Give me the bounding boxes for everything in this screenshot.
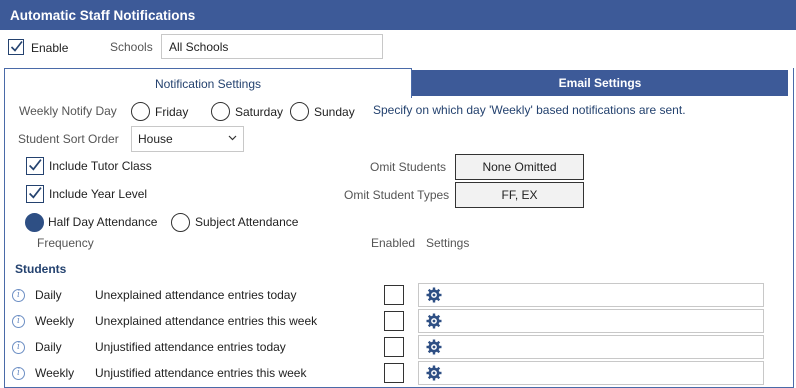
gear-icon[interactable] — [426, 287, 442, 303]
sort-order-label: Student Sort Order — [18, 132, 119, 146]
row-enabled-checkbox[interactable] — [384, 363, 404, 383]
radio-saturday-label: Saturday — [235, 105, 284, 119]
sort-order-select[interactable]: House — [131, 126, 244, 152]
radio-subject[interactable] — [171, 213, 190, 232]
gear-icon[interactable] — [426, 339, 442, 355]
row-enabled-checkbox[interactable] — [384, 337, 404, 357]
page-title: Automatic Staff Notifications — [10, 8, 196, 23]
include-tutor-label: Include Tutor Class — [49, 159, 152, 173]
radio-sunday[interactable] — [290, 102, 309, 121]
row-enabled-checkbox[interactable] — [384, 311, 404, 331]
radio-friday[interactable] — [131, 102, 150, 121]
checkmark-icon — [10, 41, 23, 52]
tab-notification-settings-label: Notification Settings — [154, 77, 262, 91]
include-year-checkbox[interactable] — [26, 185, 44, 203]
omit-types-button[interactable]: FF, EX — [455, 182, 584, 208]
row-frequency: Daily — [35, 340, 62, 354]
section-title: Students — [15, 262, 67, 276]
column-enabled: Enabled — [371, 236, 416, 250]
weekly-notify-note: Specify on which day 'Weekly' based noti… — [373, 103, 686, 117]
row-settings-field[interactable] — [418, 309, 764, 333]
column-frequency: Frequency — [37, 236, 94, 250]
row-description: Unjustified attendance entries today — [95, 340, 286, 354]
gear-icon[interactable] — [426, 313, 442, 329]
weekly-notify-label: Weekly Notify Day — [19, 104, 117, 118]
row-description: Unexplained attendance entries this week — [95, 314, 318, 328]
omit-types-value: FF, EX — [501, 188, 538, 202]
enable-checkbox[interactable] — [8, 39, 24, 55]
row-description: Unjustified attendance entries this week — [95, 366, 307, 380]
gear-icon[interactable] — [426, 365, 442, 381]
radio-half-day-label: Half Day Attendance — [48, 215, 158, 229]
info-icon[interactable]: i — [12, 341, 25, 354]
radio-sunday-label: Sunday — [314, 105, 355, 119]
include-tutor-checkbox[interactable] — [26, 157, 44, 175]
tab-notification-settings[interactable]: Notification Settings — [4, 68, 412, 98]
title-bar: Automatic Staff Notifications — [0, 0, 796, 30]
row-description: Unexplained attendance entries today — [95, 288, 297, 302]
radio-saturday[interactable] — [211, 102, 230, 121]
info-icon[interactable]: i — [12, 315, 25, 328]
info-icon[interactable]: i — [12, 367, 25, 380]
schools-field[interactable]: All Schools — [161, 34, 383, 59]
radio-friday-label: Friday — [155, 105, 189, 119]
checkmark-icon — [29, 187, 42, 199]
row-frequency: Daily — [35, 288, 62, 302]
row-settings-field[interactable] — [418, 361, 764, 385]
omit-students-value: None Omitted — [482, 160, 557, 174]
row-frequency: Weekly — [35, 366, 75, 380]
radio-subject-label: Subject Attendance — [195, 215, 299, 229]
row-enabled-checkbox[interactable] — [384, 285, 404, 305]
chevron-down-icon — [228, 135, 237, 141]
checkmark-icon — [29, 159, 42, 171]
omit-students-label: Omit Students — [370, 160, 447, 174]
tab-email-settings-label: Email Settings — [558, 76, 642, 90]
row-frequency: Weekly — [35, 314, 75, 328]
tab-email-settings[interactable]: Email Settings — [412, 70, 788, 96]
radio-half-day[interactable] — [25, 213, 44, 232]
omit-students-button[interactable]: None Omitted — [455, 154, 584, 180]
info-icon[interactable]: i — [12, 289, 25, 302]
enable-label: Enable — [31, 41, 69, 55]
row-settings-field[interactable] — [418, 283, 764, 307]
schools-label: Schools — [110, 40, 153, 54]
include-year-label: Include Year Level — [49, 187, 148, 201]
omit-types-label: Omit Student Types — [344, 188, 450, 202]
column-settings: Settings — [426, 236, 470, 250]
schools-value: All Schools — [169, 40, 229, 54]
sort-order-value: House — [138, 132, 173, 146]
row-settings-field[interactable] — [418, 335, 764, 359]
